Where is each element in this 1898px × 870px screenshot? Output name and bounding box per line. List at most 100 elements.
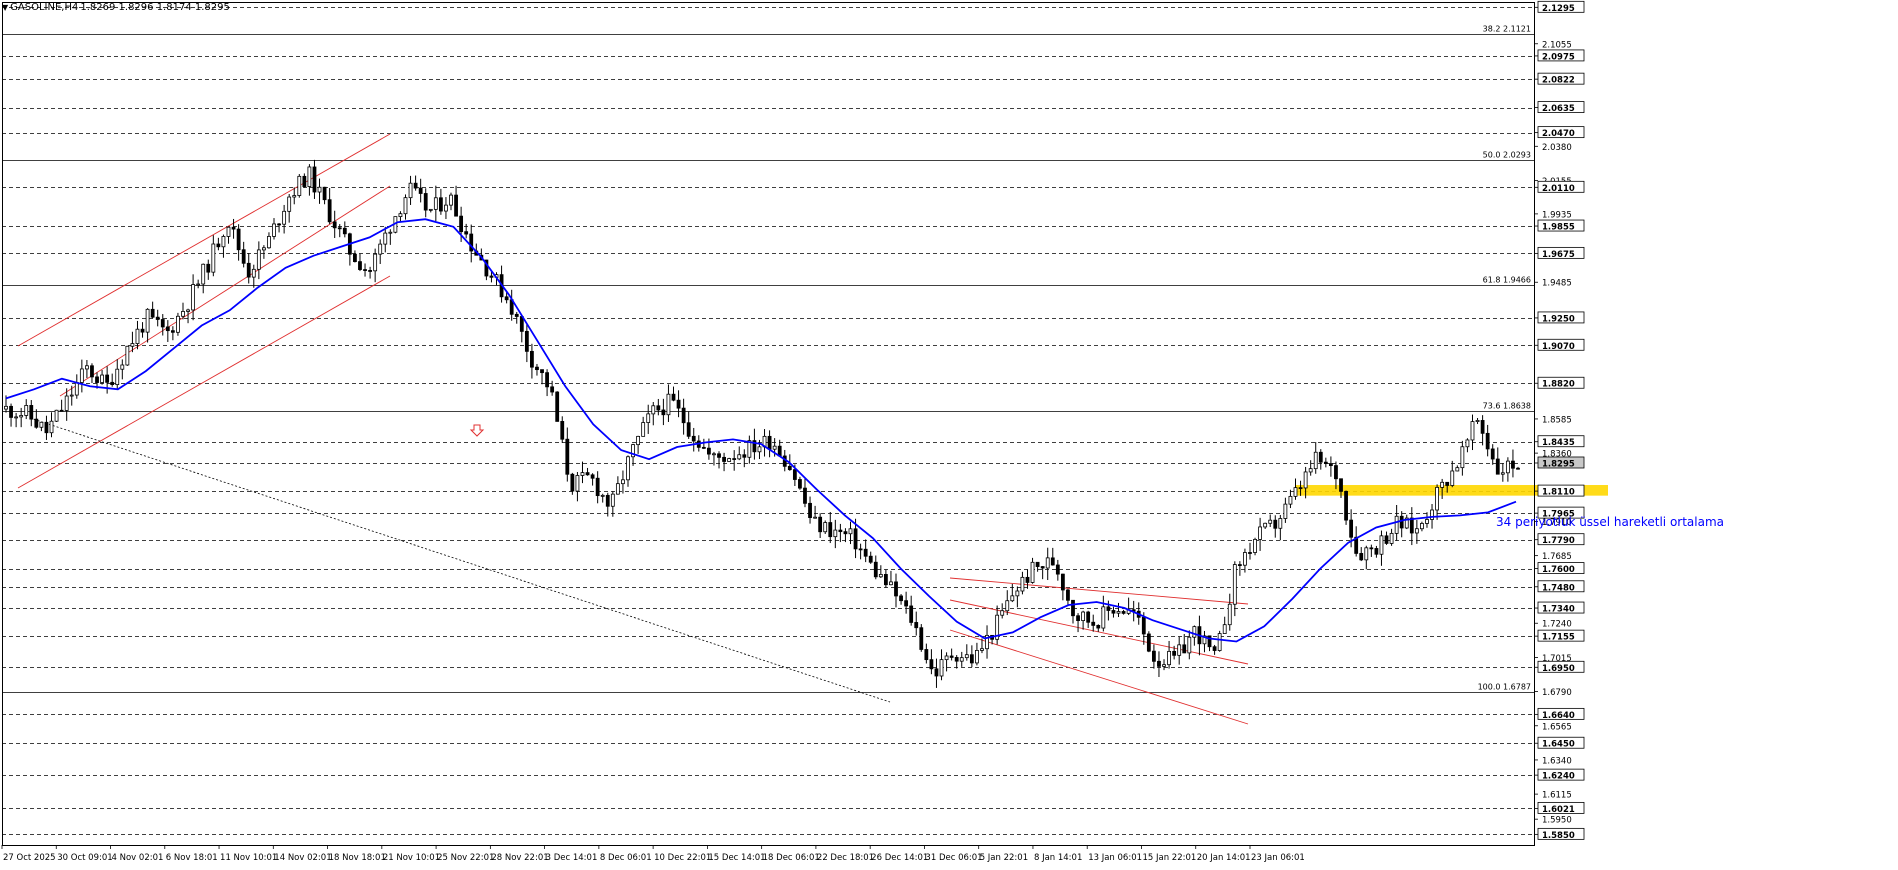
x-tick-label: 5 Jan 22:01 xyxy=(980,853,1028,863)
price-axis[interactable]: 2.1295 2.1055 2.0975 2.0822 2.0635 2.0470 2.03… xyxy=(1534,0,1585,841)
x-tick-label: 23 Jan 06:01 xyxy=(1251,853,1305,863)
candle-body xyxy=(1399,515,1404,529)
candle-body xyxy=(1485,432,1490,450)
candle-body xyxy=(1071,599,1075,617)
candle-body xyxy=(221,236,226,248)
candle-body xyxy=(292,195,297,198)
candle-body xyxy=(712,453,716,456)
candle-body xyxy=(636,435,641,446)
candle-body xyxy=(1511,460,1515,469)
y-tick-label: 2.0822 xyxy=(1542,76,1575,86)
y-tick-label: 1.7340 xyxy=(1542,605,1575,615)
candle-body xyxy=(307,166,312,187)
candle-body xyxy=(1116,611,1121,614)
candle-body xyxy=(929,659,934,670)
candle-body xyxy=(1263,522,1268,528)
candle-body xyxy=(176,315,180,333)
candle-body xyxy=(843,531,848,535)
candle-body xyxy=(236,228,241,251)
x-tick-label: 18 Nov 18:01 xyxy=(329,853,386,863)
candle-body xyxy=(95,376,99,383)
candle-body xyxy=(823,522,828,533)
candle-body xyxy=(85,365,89,370)
candle-body xyxy=(949,655,954,658)
candle-body xyxy=(1101,606,1106,629)
candle-body xyxy=(1258,526,1263,540)
candle-body xyxy=(909,605,914,623)
y-tick-label: 1.8435 xyxy=(1542,438,1575,448)
candle-body xyxy=(585,472,590,476)
candle-body xyxy=(828,522,833,538)
candle-body xyxy=(1490,448,1495,460)
x-tick-label: 11 Nov 10:01 xyxy=(220,853,277,863)
time-axis[interactable]: 27 Oct 2025 30 Oct 09:014 Nov 02:01 6 Nov … xyxy=(1,845,1305,863)
candle-body xyxy=(671,393,676,401)
channel-line xyxy=(59,185,391,397)
x-tick-label: 14 Nov 02:01 xyxy=(274,853,331,863)
candle-body xyxy=(742,454,747,458)
candle-body xyxy=(595,477,600,497)
candle-body xyxy=(368,270,372,272)
x-tick-label: 27 Oct 2025 xyxy=(3,853,56,863)
candle-body xyxy=(196,283,201,286)
candle-body xyxy=(600,494,605,497)
x-tick-label: 22 Dec 18:01 xyxy=(817,853,874,863)
x-tick-label: 30 Oct 09:01 xyxy=(57,853,112,863)
candle-body xyxy=(449,194,453,206)
candle-body xyxy=(1055,564,1060,575)
candle-body xyxy=(1293,487,1298,497)
candle-body xyxy=(646,413,651,423)
candle-body xyxy=(1086,611,1091,623)
x-tick-label: 28 Nov 22:01 xyxy=(491,853,548,863)
candle-body xyxy=(150,308,155,318)
candle-body xyxy=(403,197,408,215)
x-tick-label: 15 Jan 22:01 xyxy=(1142,853,1196,863)
candle-body xyxy=(701,446,706,449)
y-tick-label: 1.6021 xyxy=(1542,805,1575,815)
candle-body xyxy=(1035,561,1040,567)
candle-body xyxy=(29,405,34,420)
triangle-down-icon[interactable]: ▼ xyxy=(2,3,8,12)
y-tick-label: 2.0380 xyxy=(1542,143,1572,153)
candle-body xyxy=(181,311,185,317)
plot-frame xyxy=(2,2,1535,846)
candle-body xyxy=(302,175,307,187)
candle-body xyxy=(388,231,393,234)
price-chart[interactable]: 38.2 2.1121 50.0 2.0293 61.8 1.9466 73.6 1.… xyxy=(0,0,1898,870)
candle-body xyxy=(873,561,878,578)
candle-body xyxy=(1167,650,1171,666)
candle-body xyxy=(1268,519,1273,524)
candle-body xyxy=(803,487,807,504)
candle-body xyxy=(1091,621,1096,626)
candle-body xyxy=(211,243,216,273)
candle-body xyxy=(1278,518,1283,529)
candle-body xyxy=(145,308,150,333)
y-tick-label: 1.7240 xyxy=(1542,620,1572,630)
candle-body xyxy=(1344,490,1348,521)
down-arrow-icon xyxy=(469,424,485,437)
candle-body xyxy=(140,328,145,333)
candle-body xyxy=(170,330,175,333)
y-tick-label: 1.9250 xyxy=(1542,314,1575,324)
candle-body xyxy=(1430,509,1434,520)
y-tick-label: 1.8295 xyxy=(1542,459,1575,469)
candle-body xyxy=(722,456,726,462)
candle-body xyxy=(969,654,974,664)
candle-body xyxy=(373,253,378,272)
candle-body xyxy=(919,627,924,650)
y-tick-label: 1.8110 xyxy=(1542,488,1575,498)
fib-label: 38.2 2.1121 xyxy=(1483,25,1531,34)
candle-body xyxy=(34,418,39,428)
candle-body xyxy=(560,421,565,440)
price-grid xyxy=(2,7,1534,835)
y-tick-label: 1.6790 xyxy=(1542,688,1572,698)
candle-body xyxy=(691,435,696,442)
candle-body xyxy=(707,447,711,455)
candle-body xyxy=(160,319,165,328)
candle-body xyxy=(24,405,29,416)
candle-body xyxy=(1146,633,1151,652)
candle-body xyxy=(125,345,130,366)
y-tick-label: 1.5850 xyxy=(1542,831,1575,841)
candle-body xyxy=(54,409,59,422)
candle-body xyxy=(282,210,287,225)
